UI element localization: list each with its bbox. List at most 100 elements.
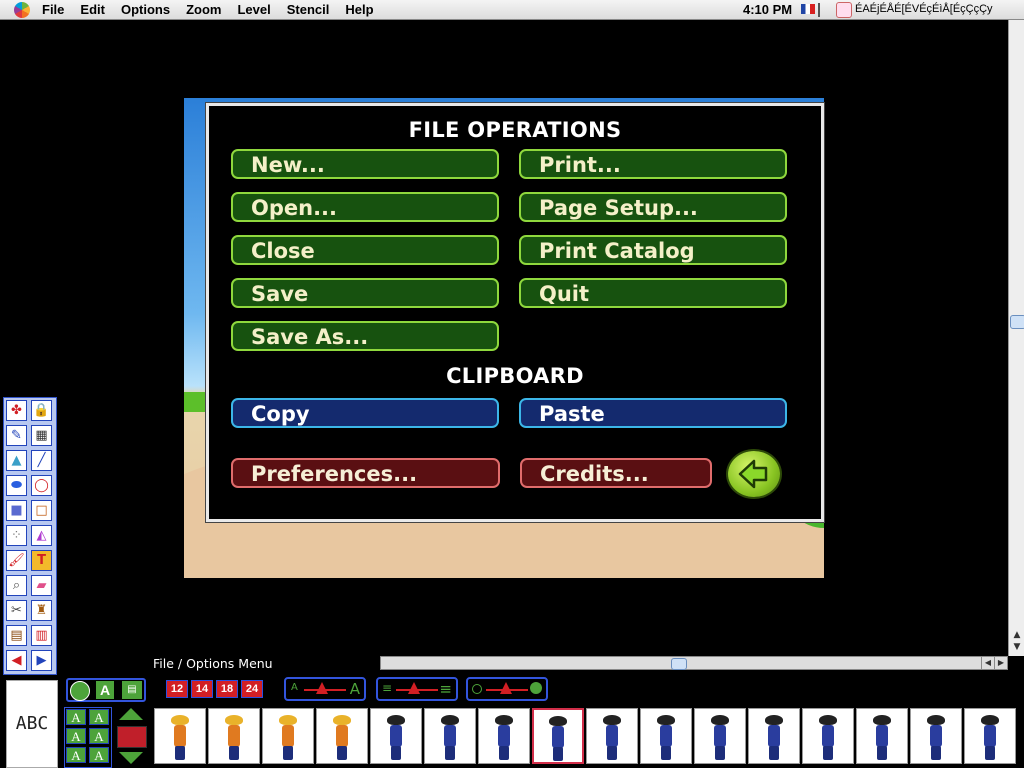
character-stamp[interactable] [208,708,260,764]
rect-icon[interactable]: □ [31,500,52,521]
save-button[interactable]: Save [231,278,499,308]
character-stamp[interactable] [424,708,476,764]
character-stamp[interactable] [586,708,638,764]
back-arrow-button[interactable] [728,451,780,497]
character-stamp[interactable] [694,708,746,764]
font-choice[interactable]: A [66,728,86,744]
filled-oval-icon[interactable]: ⬬ [6,475,27,496]
scissors-icon[interactable]: ✂ [6,600,27,621]
scroll-right-icon[interactable]: ▶ [994,657,1007,669]
print-catalog-button[interactable]: Print Catalog [519,235,787,265]
menu-zoom[interactable]: Zoom [186,2,228,17]
menu-options[interactable]: Options [121,2,177,17]
vertical-scroll-thumb[interactable] [1010,315,1024,329]
category-up-icon[interactable] [119,708,143,720]
prev-arrow-icon[interactable]: ◀ [6,650,27,671]
lock-icon[interactable]: 🔒 [31,400,52,421]
line-icon[interactable]: ╱ [31,450,52,471]
quit-button[interactable]: Quit [519,278,787,308]
plain-text-toggle[interactable] [70,681,90,701]
font-size-14[interactable]: 14 [191,680,213,698]
filled-rect-icon[interactable]: ■ [6,500,27,521]
character-stamp[interactable] [478,708,530,764]
menu-edit[interactable]: Edit [80,2,112,17]
menu-stencil[interactable]: Stencil [287,2,337,17]
loose-lines-icon: ≡ [439,680,452,698]
keyboard-layout-flag-icon[interactable] [801,4,815,14]
font-size-24[interactable]: 24 [241,680,263,698]
stamp-legs [229,746,239,760]
film-icon[interactable]: ▥ [31,625,52,646]
slider-knob[interactable] [408,682,420,694]
brush-size-slider[interactable] [466,677,548,701]
character-stamp[interactable] [640,708,692,764]
save-as-button[interactable]: Save As... [231,321,499,351]
line-spacing-slider[interactable]: ≡ ≡ [376,677,458,701]
character-stamp[interactable] [910,708,962,764]
box-icon[interactable]: ▤ [6,625,27,646]
font-size-18[interactable]: 18 [216,680,238,698]
category-down-icon[interactable] [119,752,143,764]
close-button[interactable]: Close [231,235,499,265]
stamp-body [984,725,996,747]
horizontal-scroll-thumb[interactable] [671,658,687,670]
character-stamp[interactable] [964,708,1016,764]
horizontal-scrollbar[interactable]: ◀ ▶ [380,656,1008,670]
slider-knob[interactable] [500,682,512,694]
print-button[interactable]: Print... [519,149,787,179]
character-stamp[interactable] [370,708,422,764]
font-size-12[interactable]: 12 [166,680,188,698]
stamp-icon[interactable]: ♜ [31,600,52,621]
page-setup-button[interactable]: Page Setup... [519,192,787,222]
character-stamp[interactable] [532,708,584,764]
scroll-down-icon[interactable]: ▼ [1011,642,1023,652]
character-stamp[interactable] [316,708,368,764]
magnifier-icon[interactable]: ⌕ [6,575,27,596]
font-choice[interactable]: A [66,747,86,763]
menu-file[interactable]: File [42,2,71,17]
brush-icon[interactable]: 🖌 [6,550,27,571]
text-format-icon[interactable]: ▤ [122,681,142,699]
character-stamp[interactable] [748,708,800,764]
font-choice[interactable]: A [89,728,109,744]
stamp-legs [553,747,563,761]
paste-button[interactable]: Paste [519,398,787,428]
preferences-button[interactable]: Preferences... [231,458,500,488]
scroll-left-icon[interactable]: ◀ [981,657,994,669]
credits-button[interactable]: Credits... [520,458,712,488]
spray-icon[interactable]: ⁘ [6,525,27,546]
clapper-icon[interactable]: ▦ [31,425,52,446]
menu-level[interactable]: Level [237,2,277,17]
font-choice[interactable]: A [89,709,109,725]
menu-clock[interactable]: 4:10 PM [743,2,792,17]
scroll-up-icon[interactable]: ▲ [1011,630,1023,640]
character-stamp[interactable] [856,708,908,764]
eraser-icon[interactable]: ▰ [31,575,52,596]
next-arrow-icon[interactable]: ▶ [31,650,52,671]
application-menu-icon[interactable] [836,2,852,18]
pattern-icon[interactable]: ✤ [6,400,27,421]
apple-menu-icon[interactable] [14,2,30,18]
font-choice[interactable]: A [89,747,109,763]
small-a-icon: A [291,682,298,693]
eyedropper-icon[interactable]: ✎ [6,425,27,446]
new-button[interactable]: New... [231,149,499,179]
text-size-slider[interactable]: A A [284,677,366,701]
text-tool-icon[interactable]: T [31,550,52,571]
slider-knob[interactable] [316,682,328,694]
font-choice[interactable]: A [66,709,86,725]
bold-text-toggle[interactable]: A [96,681,114,699]
paint-bucket-icon[interactable]: ◭ [31,525,52,546]
menu-bar: File Edit Options Zoom Level Stencil Hel… [0,0,1024,20]
character-stamp[interactable] [154,708,206,764]
triangle-icon[interactable]: ▲ [6,450,27,471]
open-button[interactable]: Open... [231,192,499,222]
application-menu-title[interactable]: ÉAÉjÉÅÉ[ÉVÉçÉìÅ[ÉçÇçÇy [855,3,993,15]
character-stamp[interactable] [802,708,854,764]
copy-button[interactable]: Copy [231,398,499,428]
category-thumbnail[interactable] [117,726,147,748]
character-stamp[interactable] [262,708,314,764]
vertical-scrollbar[interactable]: ▲ ▼ [1008,20,1024,656]
menu-help[interactable]: Help [345,2,380,17]
oval-icon[interactable]: ◯ [31,475,52,496]
